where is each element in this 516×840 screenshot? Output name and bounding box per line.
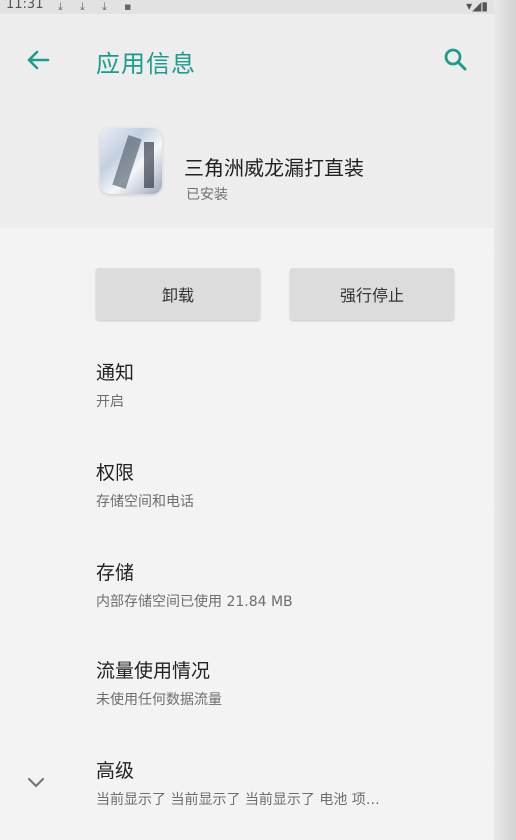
chevron-down-icon [27, 777, 45, 788]
pref-title: 流量使用情况 [96, 660, 211, 682]
expand-advanced-button[interactable] [22, 768, 50, 796]
page-title: 应用信息 [96, 50, 196, 78]
arrow-left-icon [27, 50, 50, 70]
pref-data-usage[interactable]: 流量使用情况 未使用任何数据流量 [96, 656, 476, 709]
pref-summary: 当前显示了 当前显示了 当前显示了 电池 项… [96, 792, 380, 808]
pref-title: 高级 [96, 760, 135, 782]
pref-permissions[interactable]: 权限 存储空间和电话 [96, 458, 476, 511]
back-button[interactable] [20, 42, 56, 78]
pref-summary: 未使用任何数据流量 [96, 692, 222, 708]
pref-title: 存储 [96, 562, 135, 584]
pref-advanced[interactable]: 高级 当前显示了 当前显示了 当前显示了 电池 项… [96, 756, 476, 809]
pref-summary: 存储空间和电话 [96, 494, 194, 510]
force-stop-button[interactable]: 强行停止 [290, 268, 454, 320]
app-name: 三角洲威龙漏打直装 [184, 156, 364, 180]
download-icon: ⤓ [102, 0, 107, 13]
uninstall-button[interactable]: 卸载 [96, 268, 260, 320]
search-button[interactable] [438, 42, 474, 78]
pref-title: 通知 [96, 362, 135, 384]
status-bar: 11:31 ⤓ ⤓ ⤓ ▪ ▾◢▮ [0, 0, 494, 14]
download-icon: ⤓ [58, 0, 63, 13]
pref-notifications[interactable]: 通知 开启 [96, 358, 476, 411]
app-install-status: 已安装 [186, 187, 228, 203]
app-header: 应用信息 三角洲威龙漏打直装 已安装 [0, 14, 494, 228]
notification-icon: ▪ [124, 0, 132, 13]
screen-edge [494, 0, 516, 840]
pref-summary: 开启 [96, 394, 124, 410]
app-icon [100, 128, 162, 194]
pref-storage[interactable]: 存储 内部存储空间已使用 21.84 MB [96, 558, 476, 611]
signal-battery-icons: ▾◢▮ [466, 0, 488, 13]
status-time: 11:31 [6, 0, 44, 12]
pref-title: 权限 [96, 462, 135, 484]
search-icon [444, 48, 467, 71]
download-icon: ⤓ [80, 0, 85, 13]
pref-summary: 内部存储空间已使用 21.84 MB [96, 594, 293, 610]
